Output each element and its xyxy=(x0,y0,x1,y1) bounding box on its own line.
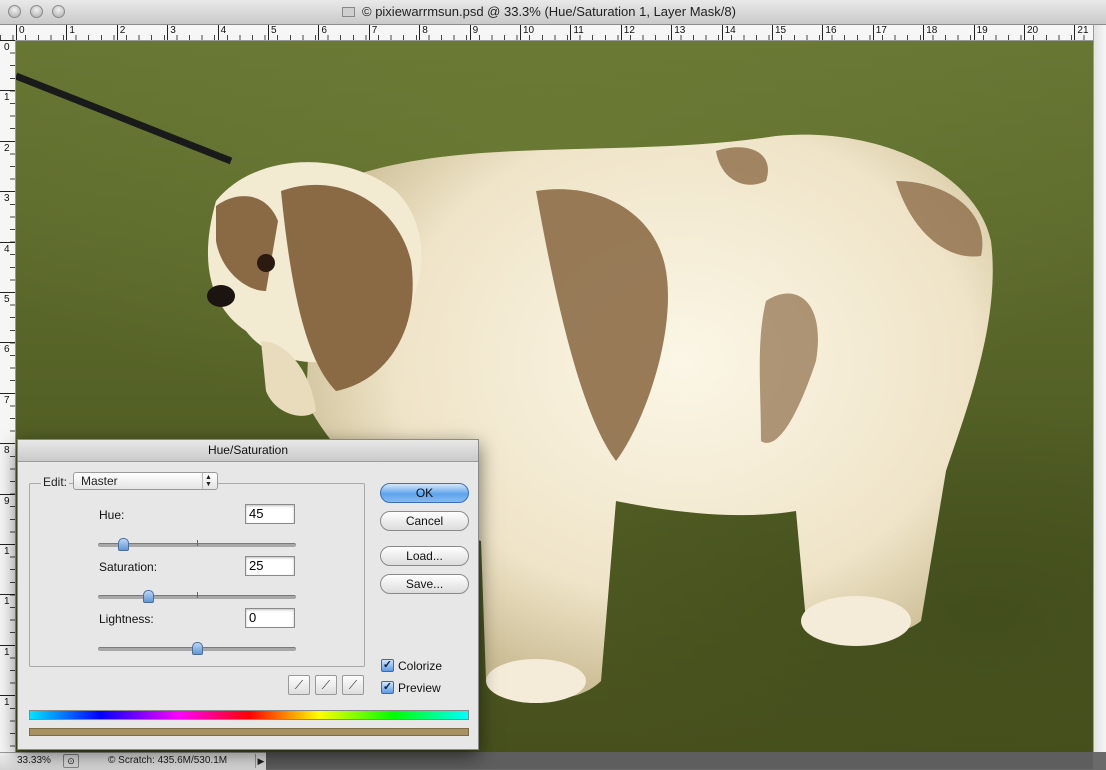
ruler-tick-label: 1 xyxy=(0,695,15,709)
ruler-tick-label: 2 xyxy=(117,25,126,40)
ruler-tick-label: 1 xyxy=(0,644,15,658)
ruler-tick-label: 13 xyxy=(671,25,686,40)
ruler-tick-label: 0 xyxy=(16,25,25,40)
colorize-checkbox[interactable]: ✓ xyxy=(381,659,394,672)
hue-spectrum-bar xyxy=(29,710,469,720)
hue-slider-thumb[interactable] xyxy=(117,538,129,551)
eyedropper-plus-icon[interactable]: ⟋ xyxy=(315,675,337,695)
ruler-tick-label: 3 xyxy=(167,25,176,40)
close-window-button[interactable] xyxy=(8,5,21,18)
ruler-tick-label: 17 xyxy=(872,25,887,40)
hue-slider[interactable] xyxy=(98,538,296,551)
ruler-tick-label: 4 xyxy=(217,25,227,40)
zoom-icon[interactable]: ⊙ xyxy=(63,754,79,768)
preview-label[interactable]: Preview xyxy=(398,681,441,695)
saturation-slider-thumb[interactable] xyxy=(142,590,154,603)
hue-slider-center-tick xyxy=(197,540,198,546)
edit-select[interactable]: Master ▲ ▼ xyxy=(73,472,218,490)
ruler-tick-label: 18 xyxy=(923,25,938,40)
edit-select-value: Master xyxy=(81,474,118,488)
load-button[interactable]: Load... xyxy=(380,546,469,566)
hue-label: Hue: xyxy=(99,508,125,522)
ruler-tick-label: 4 xyxy=(0,241,15,255)
scratch-info: © Scratch: 435.6M/530.1M xyxy=(108,755,228,766)
ruler-tick-label: 9 xyxy=(469,25,479,40)
ruler-tick-label: 19 xyxy=(973,25,988,40)
ruler-tick-label: 3 xyxy=(0,191,15,205)
hue-saturation-dialog: Hue/Saturation Edit: Master ▲ ▼ Hue: 45 S… xyxy=(17,439,479,750)
dialog-title: Hue/Saturation xyxy=(18,440,478,462)
adjustment-group xyxy=(29,483,365,667)
ruler-tick-label: 6 xyxy=(318,25,327,40)
ruler-tick-label: 1 xyxy=(0,90,15,104)
ruler-tick-label: 8 xyxy=(419,25,428,40)
ruler-tick-label: 7 xyxy=(0,392,15,406)
horizontal-scrollbar-area[interactable] xyxy=(266,752,1093,769)
hue-input[interactable]: 45 xyxy=(245,504,295,524)
ruler-tick-label: 16 xyxy=(822,25,837,40)
saturation-slider[interactable] xyxy=(98,590,296,603)
lightness-slider-thumb[interactable] xyxy=(192,642,203,655)
select-arrows-icon: ▲ ▼ xyxy=(202,473,214,489)
ruler-tick-label: 15 xyxy=(771,25,787,40)
ruler-tick-label: 9 xyxy=(0,493,15,507)
eyedropper-minus-icon[interactable]: ⟋ xyxy=(342,675,364,695)
saturation-input[interactable]: 25 xyxy=(245,556,295,576)
ruler-tick-label: 5 xyxy=(268,25,277,40)
ruler-tick-label: 11 xyxy=(570,25,584,40)
saturation-label: Saturation: xyxy=(99,560,158,574)
status-bar: 33.33% ⊙ © Scratch: 435.6M/530.1M ▶ xyxy=(0,752,266,770)
lightness-slider[interactable] xyxy=(98,642,296,655)
ruler-tick-label: 7 xyxy=(369,25,378,40)
status-menu-arrow-icon[interactable]: ▶ xyxy=(255,754,266,768)
ruler-tick-label: 10 xyxy=(519,25,535,40)
save-button[interactable]: Save... xyxy=(380,574,469,594)
preview-checkbox[interactable]: ✓ xyxy=(381,681,394,694)
colorize-label[interactable]: Colorize xyxy=(398,659,442,673)
ruler-tick-label: 8 xyxy=(0,443,15,457)
ruler-tick-label: 1 xyxy=(66,25,75,40)
ruler-tick-label: 12 xyxy=(620,25,635,40)
window-title: © pixiewarrmsun.psd @ 33.3% (Hue/Saturat… xyxy=(362,4,736,19)
ruler-tick-label: 20 xyxy=(1023,25,1039,40)
minimize-window-button[interactable] xyxy=(30,5,43,18)
ruler-tick-label: 0 xyxy=(0,40,15,53)
saturation-slider-center-tick xyxy=(197,592,198,598)
zoom-level[interactable]: 33.33% xyxy=(17,755,51,766)
colorize-result-bar xyxy=(29,728,469,736)
ruler-tick-label: 14 xyxy=(721,25,736,40)
edit-label: Edit: xyxy=(41,475,70,489)
ruler-tick-label: 1 xyxy=(0,594,15,608)
cancel-button[interactable]: Cancel xyxy=(380,511,469,531)
eyedropper-icon[interactable]: ⟋ xyxy=(288,675,310,695)
lightness-input[interactable]: 0 xyxy=(245,608,295,628)
ruler-tick-label: 2 xyxy=(0,140,15,154)
ruler-tick-label: 6 xyxy=(0,342,15,356)
ruler-tick-label: 21 xyxy=(1074,25,1089,40)
ruler-tick-label: 5 xyxy=(0,292,15,305)
ruler-tick-label: 1 xyxy=(0,544,15,557)
lightness-label: Lightness: xyxy=(99,612,154,626)
horizontal-ruler: 0 1 2 3 4 5 6 7 8 9 10 11 12 13 14 15 16 17 18 19 20 21 xyxy=(0,25,1093,41)
vertical-scrollbar[interactable] xyxy=(1093,25,1106,752)
window-titlebar: © pixiewarrmsun.psd @ 33.3% (Hue/Saturat… xyxy=(0,0,1106,25)
vertical-ruler: 0 1 2 3 4 5 6 7 8 9 1 1 1 1 xyxy=(0,40,16,752)
zoom-window-button[interactable] xyxy=(52,5,65,18)
document-icon xyxy=(342,7,355,17)
ok-button[interactable]: OK xyxy=(380,483,469,503)
